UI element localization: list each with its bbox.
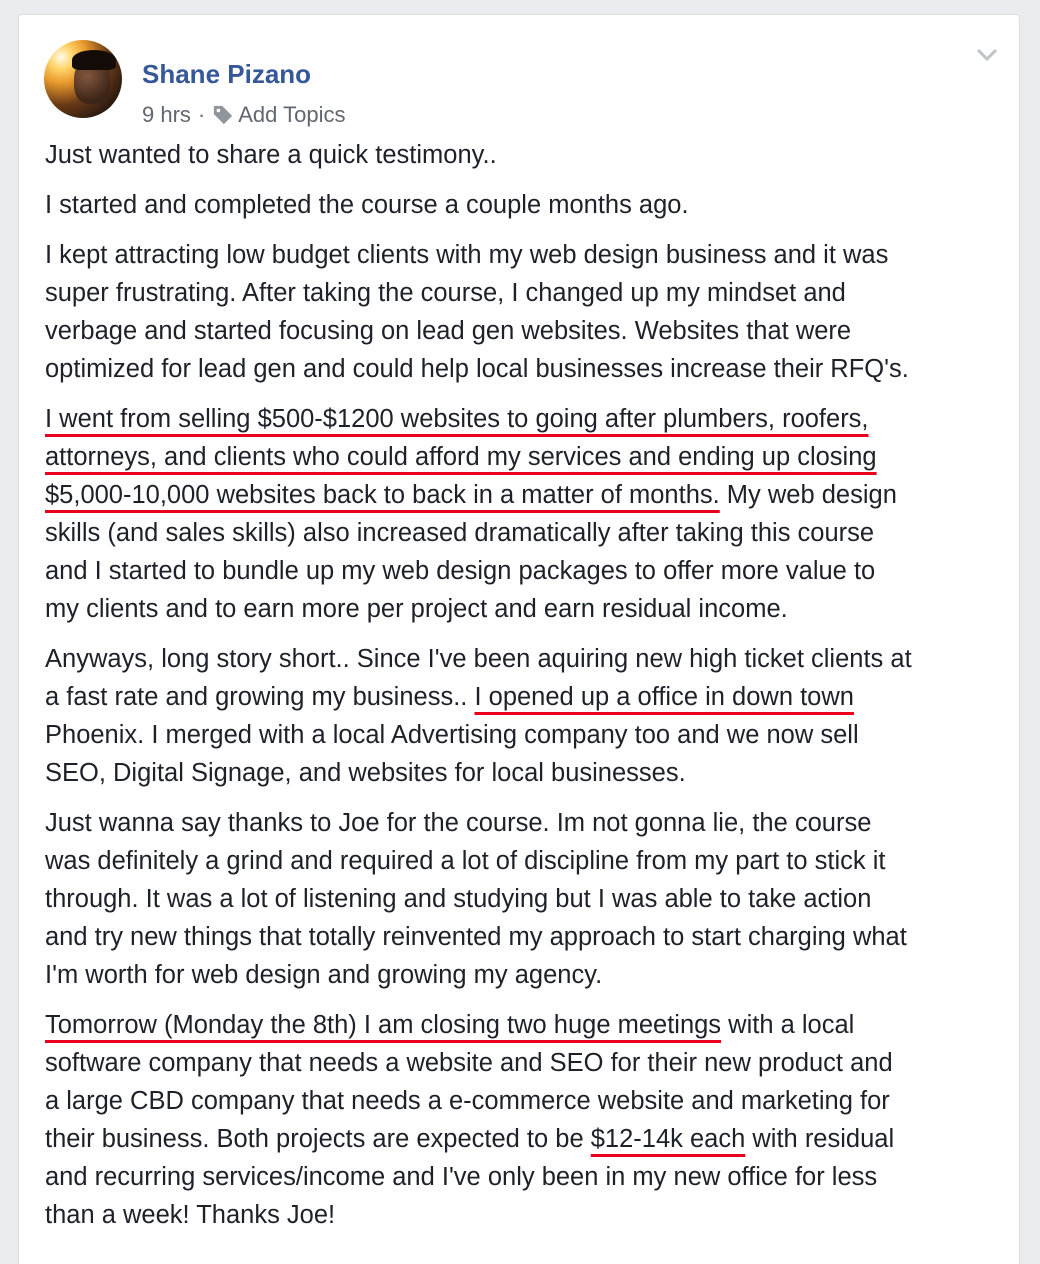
text-line: I'm worth for web design and growing my … bbox=[45, 961, 603, 989]
text-line: Just wanna say thanks to Joe for the cou… bbox=[45, 809, 872, 837]
text-line: and I started to bundle up my web design… bbox=[45, 557, 876, 585]
paragraph-7: Tomorrow (Monday the 8th) I am closing t… bbox=[45, 1006, 1007, 1234]
text-line: a large CBD company that needs a e-comme… bbox=[45, 1087, 890, 1115]
paragraph-3: I kept attracting low budget clients wit… bbox=[45, 236, 1007, 388]
post-card: Shane Pizano 9 hrs · Add Topics Just wan… bbox=[18, 14, 1020, 1264]
text-line: super frustrating. After taking the cour… bbox=[45, 279, 846, 307]
text-line: optimized for lead gen and could help lo… bbox=[45, 355, 909, 383]
highlighted-text: $12-14k each bbox=[590, 1125, 746, 1153]
text-line: my clients and to earn more per project … bbox=[45, 595, 788, 623]
paragraph-1: Just wanted to share a quick testimony.. bbox=[45, 136, 1007, 174]
text-segment: a fast rate and growing my business.. bbox=[45, 683, 475, 711]
avatar-hair bbox=[72, 50, 116, 70]
post-meta: 9 hrs · Add Topics bbox=[142, 102, 345, 128]
chevron-down-icon[interactable] bbox=[975, 45, 999, 65]
text-line: skills (and sales skills) also increased… bbox=[45, 519, 875, 547]
text-line: and try new things that totally reinvent… bbox=[45, 923, 907, 951]
highlighted-text: I opened up a office in down town bbox=[474, 683, 854, 711]
highlighted-text: Tomorrow (Monday the 8th) I am closing t… bbox=[45, 1011, 722, 1039]
text-line: Anyways, long story short.. Since I've b… bbox=[45, 645, 912, 673]
text-line: through. It was a lot of listening and s… bbox=[45, 885, 872, 913]
text-segment: My web design bbox=[719, 481, 897, 509]
text-line: and recurring services/income and I've o… bbox=[45, 1163, 878, 1191]
author-name[interactable]: Shane Pizano bbox=[142, 59, 311, 90]
highlighted-text: I went from selling $500-$1200 websites … bbox=[45, 405, 869, 433]
add-topics-link[interactable]: Add Topics bbox=[212, 102, 345, 128]
text-line: was definitely a grind and required a lo… bbox=[45, 847, 886, 875]
highlighted-text: $5,000-10,000 websites back to back in a… bbox=[45, 481, 720, 509]
text-segment: with residual bbox=[745, 1125, 895, 1153]
text-line: verbage and started focusing on lead gen… bbox=[45, 317, 852, 345]
paragraph-4: I went from selling $500-$1200 websites … bbox=[45, 400, 1007, 628]
paragraph-5: Anyways, long story short.. Since I've b… bbox=[45, 640, 1007, 792]
meta-separator: · bbox=[197, 102, 206, 127]
text-line: I kept attracting low budget clients wit… bbox=[45, 241, 889, 269]
paragraph-2: I started and completed the course a cou… bbox=[45, 186, 1007, 224]
text-segment: with a local bbox=[721, 1011, 855, 1039]
tag-icon bbox=[214, 105, 233, 125]
text-line: SEO, Digital Signage, and websites for l… bbox=[45, 759, 686, 787]
add-topics-label: Add Topics bbox=[238, 102, 346, 127]
text-line: than a week! Thanks Joe! bbox=[45, 1201, 336, 1229]
paragraph-6: Just wanna say thanks to Joe for the cou… bbox=[45, 804, 1007, 994]
highlighted-text: attorneys, and clients who could afford … bbox=[45, 443, 877, 471]
text-line: software company that needs a website an… bbox=[45, 1049, 893, 1077]
post-body: Just wanted to share a quick testimony..… bbox=[45, 136, 1007, 1246]
text-line: I started and completed the course a cou… bbox=[45, 191, 689, 219]
text-line: Just wanted to share a quick testimony.. bbox=[45, 141, 497, 169]
text-segment: their business. Both projects are expect… bbox=[45, 1125, 591, 1153]
post-timestamp[interactable]: 9 hrs bbox=[142, 102, 191, 128]
text-line: Phoenix. I merged with a local Advertisi… bbox=[45, 721, 859, 749]
avatar[interactable] bbox=[44, 40, 122, 118]
